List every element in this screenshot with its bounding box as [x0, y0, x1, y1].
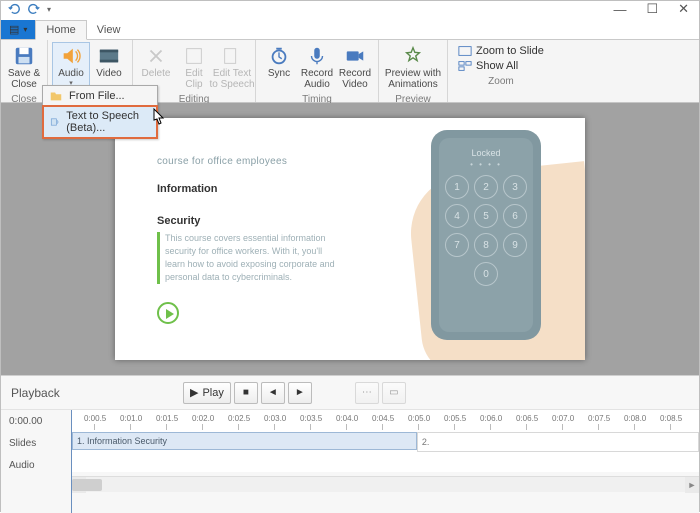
- phone-illustration: Locked • • • • 1234567890: [365, 118, 585, 360]
- timeline-audio-label: Audio: [1, 454, 71, 476]
- slide-accent-bar: [157, 232, 160, 284]
- delete-icon: [145, 45, 167, 67]
- record-video-button[interactable]: Record Video: [336, 42, 374, 93]
- cursor-icon: [148, 108, 168, 135]
- undo-icon[interactable]: [7, 2, 21, 16]
- play-triangle-icon: ▶: [190, 386, 198, 399]
- playback-label: Playback: [11, 386, 183, 400]
- scroll-right-icon[interactable]: ►: [685, 477, 699, 493]
- video-button[interactable]: Video: [90, 42, 128, 82]
- playback-bar: Playback ▶Play ■ ◄ ► ⋯ ▭: [1, 375, 699, 409]
- folder-icon: [49, 89, 63, 103]
- sync-button[interactable]: Sync: [260, 42, 298, 82]
- timeline: 0:00.00 Slides Audio 0:00.50:01.00:01.50…: [1, 409, 699, 513]
- zoom-to-slide-button[interactable]: Zoom to Slide: [456, 44, 546, 58]
- edit-tts-icon: [221, 45, 243, 67]
- timeline-time-label: 0:00.00: [1, 410, 71, 432]
- edit-clip-icon: [183, 45, 205, 67]
- audio-button[interactable]: Audio▾: [52, 42, 90, 90]
- play-button[interactable]: ▶Play: [183, 382, 231, 404]
- slide-clip-2[interactable]: 2.: [417, 432, 699, 452]
- zoom-slide-icon: [458, 45, 472, 57]
- audio-icon: [60, 45, 82, 67]
- edit-tts-button[interactable]: Edit Text to Speech: [213, 42, 251, 93]
- slides-track[interactable]: 1. Information Security 2.: [72, 432, 699, 452]
- stop-button[interactable]: ■: [234, 382, 258, 404]
- tts-icon: [50, 115, 60, 129]
- video-icon: [98, 45, 120, 67]
- slide-stage: course for office employees InformationS…: [1, 103, 699, 375]
- tab-home[interactable]: Home: [35, 20, 86, 40]
- audio-track[interactable]: [72, 452, 699, 472]
- action1-button[interactable]: ⋯: [355, 382, 379, 404]
- action2-button[interactable]: ▭: [382, 382, 406, 404]
- qat-dropdown-icon[interactable]: ▾: [47, 5, 51, 14]
- redo-icon[interactable]: [27, 2, 41, 16]
- slide-title: InformationSecurity: [157, 170, 218, 234]
- title-bar: ▾ ― ☐ ✕: [1, 1, 699, 17]
- slide-preview[interactable]: course for office employees InformationS…: [115, 118, 585, 360]
- slide-body: This course covers essential information…: [165, 232, 340, 284]
- edit-clip-button[interactable]: Edit Clip: [175, 42, 213, 93]
- record-audio-button[interactable]: Record Audio: [298, 42, 336, 93]
- save-icon: [13, 45, 35, 67]
- maximize-button[interactable]: ☐: [642, 1, 662, 17]
- show-all-icon: [458, 60, 472, 72]
- timeline-scrollbar[interactable]: ◄ ►: [72, 476, 699, 492]
- file-tab[interactable]: ▤▾: [1, 20, 35, 39]
- sync-icon: [268, 45, 290, 67]
- tab-view[interactable]: View: [87, 21, 131, 39]
- camera-icon: [344, 45, 366, 67]
- audio-dropdown-menu: From File... Text to Speech (Beta)...: [42, 85, 158, 139]
- group-label-zoom: Zoom: [452, 75, 550, 88]
- save-close-button[interactable]: Save & Close: [5, 42, 43, 93]
- minimize-button[interactable]: ―: [609, 2, 630, 17]
- timeline-slides-label: Slides: [1, 432, 71, 454]
- show-all-button[interactable]: Show All: [456, 59, 546, 73]
- file-menu-icon: ▤: [9, 23, 19, 36]
- preview-animations-button[interactable]: Preview with Animations: [383, 42, 443, 93]
- menu-from-file[interactable]: From File...: [43, 86, 157, 106]
- microphone-icon: [306, 45, 328, 67]
- play-icon: [157, 302, 179, 324]
- next-button[interactable]: ►: [288, 382, 312, 404]
- tab-strip: ▤▾ Home View: [1, 17, 699, 39]
- prev-button[interactable]: ◄: [261, 382, 285, 404]
- close-window-button[interactable]: ✕: [674, 1, 693, 17]
- slide-clip-1[interactable]: 1. Information Security: [72, 432, 417, 450]
- slide-eyebrow: course for office employees: [157, 156, 287, 167]
- scroll-thumb[interactable]: [72, 479, 102, 491]
- preview-icon: [402, 45, 424, 67]
- delete-button[interactable]: Delete: [137, 42, 175, 82]
- menu-text-to-speech[interactable]: Text to Speech (Beta)...: [42, 105, 158, 139]
- timeline-ruler[interactable]: 0:00.50:01.00:01.50:02.00:02.50:03.00:03…: [72, 410, 699, 432]
